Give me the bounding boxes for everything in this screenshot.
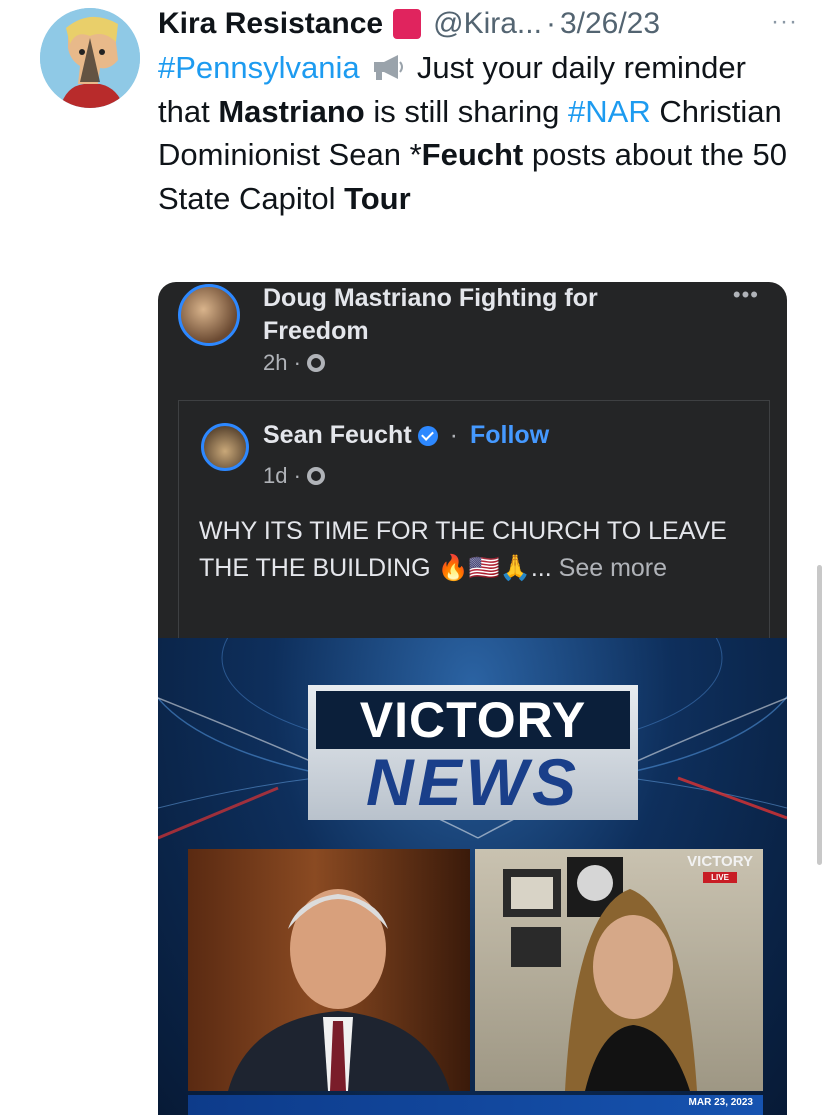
megaphone-icon xyxy=(374,55,404,80)
tweet-text: #Pennsylvania Just your daily reminder t… xyxy=(158,46,798,220)
tweet-text-bold: Mastriano xyxy=(218,93,365,129)
guest-camera: VICTORY LIVE xyxy=(475,849,763,1091)
broadcast-date: MAR 23, 2023 xyxy=(688,1097,753,1108)
page-post-meta: 2h · xyxy=(263,350,325,376)
live-badge: LIVE xyxy=(703,872,738,883)
globe-icon xyxy=(306,467,325,485)
page-post-time: 2h · xyxy=(263,350,301,375)
shared-post-meta: 1d · xyxy=(263,463,325,489)
user-handle[interactable]: @Kira... xyxy=(433,7,542,41)
victory-live-bug: VICTORY LIVE xyxy=(687,853,753,883)
tweet-text-bold: Feucht xyxy=(421,137,524,172)
shared-post: Sean Feucht · Follow 1d · WHY ITS TIME F… xyxy=(178,400,770,640)
more-options-icon[interactable]: ··· xyxy=(771,8,798,36)
page-avatar xyxy=(178,284,240,346)
verified-badge-icon xyxy=(417,425,438,446)
host-camera xyxy=(188,849,470,1091)
shared-author-avatar xyxy=(201,423,249,471)
follow-link: Follow xyxy=(469,421,550,449)
media-image[interactable]: Doug Mastriano Fighting for Freedom 2h ·… xyxy=(158,282,787,1115)
victory-news-logo: VICTORY NEWS xyxy=(308,685,638,820)
logo-victory: VICTORY xyxy=(316,691,630,749)
avatar-illustration xyxy=(40,8,140,108)
video-thumbnail: VICTORY NEWS VICTORY LIVE MAR 23, 2023 xyxy=(158,638,787,1115)
guest-figure xyxy=(503,857,697,1091)
logo-news: NEWS xyxy=(366,745,580,819)
hashtag-pennsylvania[interactable]: #Pennsylvania xyxy=(158,50,360,85)
corner-brand-text: VICTORY xyxy=(687,853,753,870)
shared-author-name: Sean Feucht xyxy=(263,421,412,449)
shared-post-time: 1d · xyxy=(263,463,301,488)
shared-author-row: Sean Feucht · Follow xyxy=(263,421,549,450)
tweet-date[interactable]: 3/26/23 xyxy=(560,7,660,41)
page-name: Doug Mastriano Fighting for Freedom xyxy=(263,284,598,345)
shared-post-text: WHY ITS TIME FOR THE CHURCH TO LEAVE THE… xyxy=(199,513,749,587)
see-more-link: See more xyxy=(558,554,668,582)
lower-third-bar: MAR 23, 2023 xyxy=(188,1095,763,1115)
scrollbar[interactable] xyxy=(817,565,822,865)
avatar[interactable] xyxy=(40,8,140,108)
tweet-text-bold: Tour xyxy=(344,180,411,216)
hashtag-nar[interactable]: #NAR xyxy=(568,94,651,129)
tweet-header: Kira Resistance @Kira... · 3/26/23 xyxy=(158,2,798,46)
meta-separator: · xyxy=(545,7,556,40)
tweet-text-part: is still sharing xyxy=(364,93,569,129)
display-name[interactable]: Kira Resistance xyxy=(158,7,383,41)
host-figure xyxy=(228,889,450,1091)
fb-more-icon: ••• xyxy=(732,282,759,307)
siren-icon xyxy=(393,9,422,39)
globe-icon xyxy=(306,354,325,372)
fb-post-header: Doug Mastriano Fighting for Freedom 2h ·… xyxy=(158,282,787,392)
dot-separator: · xyxy=(449,421,458,449)
